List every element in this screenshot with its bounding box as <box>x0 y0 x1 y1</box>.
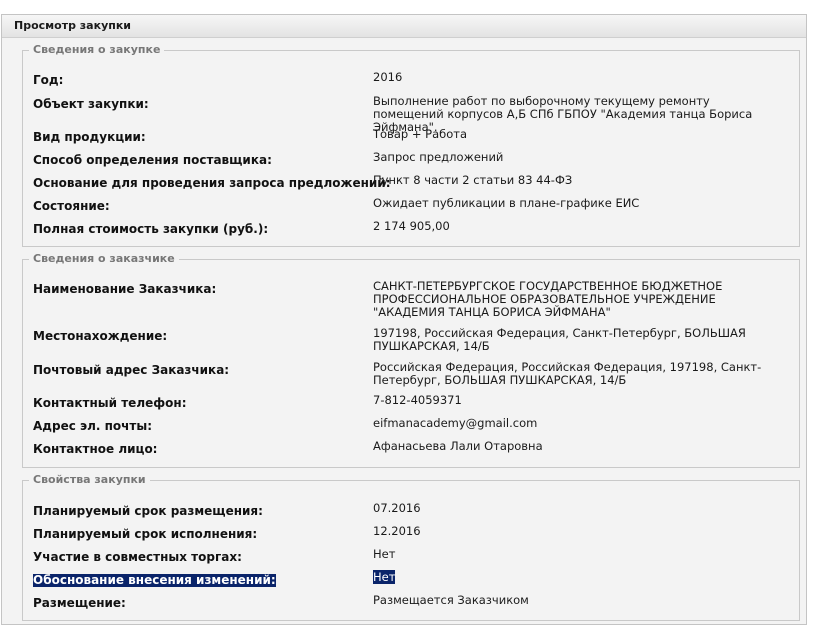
row-label: Местонахождение: <box>33 329 168 343</box>
row-value: Размещается Заказчиком <box>373 593 529 607</box>
row-value: 2 174 905,00 <box>373 219 450 233</box>
row-label: Адрес эл. почты: <box>33 419 153 433</box>
row-value: Пункт 8 части 2 статьи 83 44-ФЗ <box>373 173 573 187</box>
row-value: Товар + Работа <box>373 127 467 141</box>
row-value: Запрос предложений <box>373 150 504 164</box>
purchase-properties-section: Свойства закупки Планируемый срок размещ… <box>22 474 800 621</box>
row-value: Нет <box>373 570 778 584</box>
row-label: Планируемый срок исполнения: <box>33 527 258 541</box>
purchase-properties-legend: Свойства закупки <box>33 473 146 486</box>
customer-info-legend: Сведения о заказчике <box>33 252 175 265</box>
row-value: Ожидает публикации в плане-графике ЕИС <box>373 196 640 210</box>
row-label: Год: <box>33 73 64 87</box>
row-label: Наименование Заказчика: <box>33 282 217 296</box>
row-value: САНКТ-ПЕТЕРБУРГСКОЕ ГОСУДАРСТВЕННОЕ БЮДЖ… <box>373 279 723 319</box>
row-value: Нет <box>373 547 396 561</box>
row-label: Размещение: <box>33 596 126 610</box>
row-value: eifmanacademy@gmail.com <box>373 416 538 430</box>
row-value-selected: Нет <box>373 570 396 584</box>
customer-info-section: Сведения о заказчике Наименование Заказч… <box>22 253 800 468</box>
row-value: 07.2016 <box>373 501 421 515</box>
row-value: 12.2016 <box>373 524 421 538</box>
row-label: Основание для проведения запроса предлож… <box>33 176 391 190</box>
panel-title: Просмотр закупки <box>2 15 806 38</box>
row-label: Вид продукции: <box>33 130 146 144</box>
row-label: Участие в совместных торгах: <box>33 550 242 564</box>
row-label: Почтовый адрес Заказчика: <box>33 363 230 377</box>
row-label: Планируемый срок размещения: <box>33 504 263 518</box>
row-label: Способ определения поставщика: <box>33 153 272 167</box>
purchase-view-panel: Просмотр закупки Сведения о закупке Год:… <box>1 14 807 625</box>
row-label: Контактное лицо: <box>33 442 158 456</box>
row-value: 2016 <box>373 70 403 84</box>
row-label: Объект закупки: <box>33 97 149 111</box>
row-value: Российская Федерация, Российская Федерац… <box>373 360 762 387</box>
row-label: Контактный телефон: <box>33 396 187 410</box>
row-value: Афанасьева Лали Отаровна <box>373 439 543 453</box>
row-label: Состояние: <box>33 199 110 213</box>
purchase-info-section: Сведения о закупке Год: 2016 Объект заку… <box>22 44 800 247</box>
row-value: 7-812-4059371 <box>373 393 462 407</box>
row-label-selected: Обоснование внесения изменений: <box>33 573 276 587</box>
purchase-info-legend: Сведения о закупке <box>33 43 161 56</box>
row-label: Полная стоимость закупки (руб.): <box>33 222 269 236</box>
row-value: 197198, Российская Федерация, Санкт-Пете… <box>373 326 746 353</box>
